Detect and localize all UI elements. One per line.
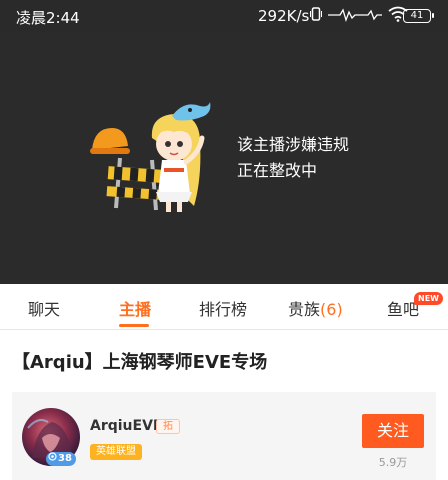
network-speed: 292K/s [258,7,310,25]
tab-ranking[interactable]: 排行榜 [199,296,247,320]
video-player[interactable]: 该主播涉嫌违规 正在整改中 [0,32,448,284]
signal-activity-icon [328,7,382,26]
status-time: 凌晨2:44 [16,9,80,27]
anchor-name[interactable]: ArqiuEVE [90,418,163,434]
follow-button[interactable]: 关注 [362,414,424,448]
battery-icon: 41 [403,9,434,23]
follower-count: 5.9万 [378,456,408,469]
level-value: 38 [58,453,72,464]
tuo-badge: 拓 [156,419,180,434]
anchor-level-badge: 38 [46,452,76,466]
tab-nobility-label: 贵族 [288,300,321,319]
category-tag[interactable]: 英雄联盟 [90,444,142,460]
room-tab-bar: 聊天 主播 排行榜 贵族(6) 鱼吧 [0,284,448,330]
notice-line-1: 该主播涉嫌违规 [237,135,350,154]
tab-anchor[interactable]: 主播 [119,296,151,320]
notice-line-2: 正在整改中 [237,161,318,180]
nobility-count: (6) [320,300,343,319]
vibrate-icon [310,6,322,26]
status-bar: 凌晨2:44 292K/s 41 [0,0,448,32]
anchor-card: 38 ArqiuEVE 拓 英雄联盟 关注 5.9万 [12,392,436,480]
under-construction-mascot-icon [90,98,220,218]
active-tab-indicator [119,324,149,327]
room-title: 【Arqiu】上海钢琴师EVE专场 [12,352,268,373]
new-badge: NEW [414,292,443,305]
tab-nobility[interactable]: 贵族(6) [288,296,343,320]
tab-chat[interactable]: 聊天 [28,296,60,320]
violation-notice: 该主播涉嫌违规 正在整改中 [237,132,349,184]
level-icon [48,452,57,466]
status-icons [310,6,408,26]
